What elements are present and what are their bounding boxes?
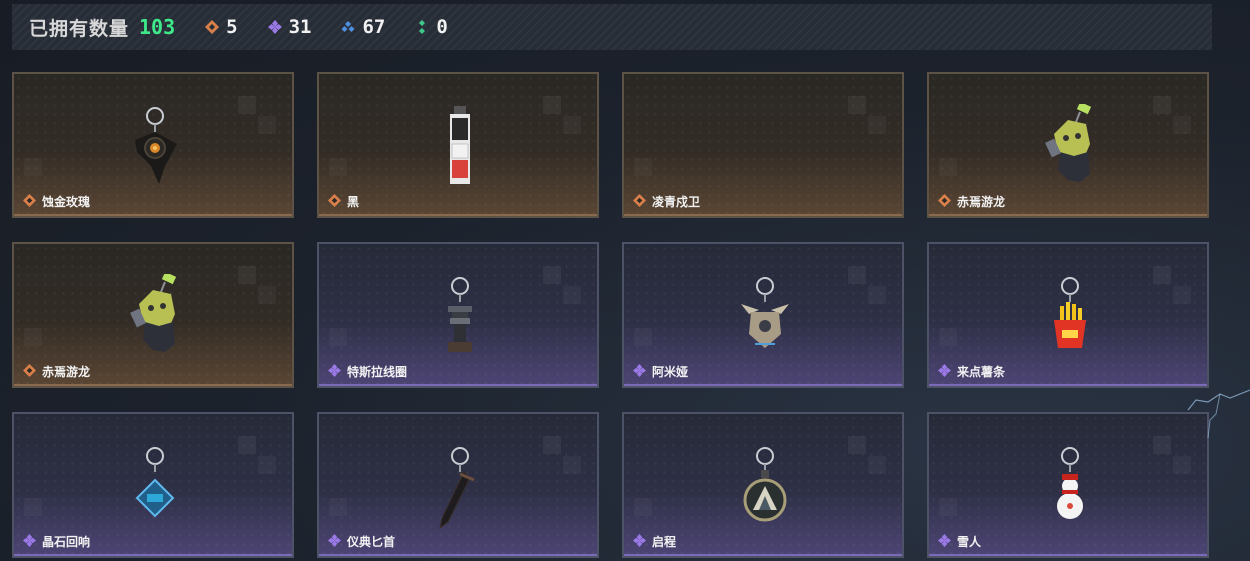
- item-name: 仪典匕首: [347, 535, 396, 549]
- card-decoration: [848, 96, 888, 136]
- stat-blue-value: 67: [362, 16, 386, 38]
- item-card[interactable]: 凌青戍卫: [622, 72, 904, 218]
- blue-rarity-icon: [341, 21, 355, 32]
- orange-rarity-icon: [205, 20, 220, 34]
- fries-charm-icon: [1054, 277, 1086, 348]
- card-decoration: [24, 498, 42, 516]
- card-decoration: [1153, 266, 1193, 306]
- stat-green-value: 0: [436, 16, 448, 38]
- purple-rarity-icon: [328, 364, 341, 377]
- card-decoration: [1153, 96, 1193, 136]
- card-decoration: [329, 498, 347, 516]
- item-card[interactable]: 晶石回响: [12, 412, 294, 558]
- purple-rarity-icon: [633, 534, 646, 547]
- stat-orange-value: 5: [226, 16, 238, 38]
- card-decoration: [939, 328, 957, 346]
- item-card[interactable]: 来点薯条: [927, 242, 1209, 388]
- card-decoration: [939, 498, 957, 516]
- inventory-summary-bar: 已拥有数量 103 5 31 67 0: [12, 4, 1212, 50]
- item-card[interactable]: 启程: [622, 412, 904, 558]
- card-decoration: [634, 158, 652, 176]
- dark-rose-charm-icon: [135, 107, 177, 184]
- card-decoration: [238, 266, 278, 306]
- card-decoration: [24, 328, 42, 346]
- purple-rarity-icon: [23, 534, 36, 547]
- item-name: 雪人: [957, 535, 982, 549]
- green-rarity-icon: [419, 20, 426, 34]
- card-decoration: [543, 266, 583, 306]
- item-card[interactable]: 特斯拉线圈: [317, 242, 599, 388]
- empty-icon: [735, 104, 795, 194]
- owned-label: 已拥有数量: [29, 17, 130, 40]
- item-card[interactable]: 黑: [317, 72, 599, 218]
- card-decoration: [238, 436, 278, 476]
- purple-rarity-icon: [938, 364, 951, 377]
- item-name: 赤焉游龙: [42, 365, 91, 379]
- card-decoration: [634, 328, 652, 346]
- dragon-figure-charm-icon: [1045, 104, 1092, 182]
- purple-rarity-icon: [267, 20, 282, 34]
- item-card[interactable]: 赤焉游龙: [927, 72, 1209, 218]
- purple-rarity-icon: [633, 364, 646, 377]
- purple-rarity-icon: [328, 534, 341, 547]
- card-decoration: [634, 498, 652, 516]
- item-name: 蚀金玫瑰: [42, 195, 91, 209]
- owned-count: 103: [139, 15, 176, 39]
- card-decoration: [939, 158, 957, 176]
- tesla-coil-charm-icon: [448, 277, 472, 352]
- item-card[interactable]: 仪典匕首: [317, 412, 599, 558]
- item-name: 特斯拉线圈: [347, 365, 408, 379]
- card-decoration: [238, 96, 278, 136]
- item-name: 凌青戍卫: [652, 195, 701, 209]
- orange-rarity-icon: [23, 194, 36, 207]
- amiya-charm-icon: [741, 277, 789, 348]
- item-name: 启程: [652, 535, 677, 549]
- dragon-figure-charm-icon: [130, 274, 177, 352]
- item-card[interactable]: 阿米娅: [622, 242, 904, 388]
- item-name: 赤焉游龙: [957, 195, 1006, 209]
- item-card[interactable]: 蚀金玫瑰: [12, 72, 294, 218]
- card-decoration: [329, 158, 347, 176]
- orange-rarity-icon: [938, 194, 951, 207]
- orange-rarity-icon: [23, 364, 36, 377]
- crystal-tag-charm-icon: [135, 447, 175, 518]
- dagger-charm-icon: [439, 447, 475, 530]
- snowman-charm-icon: [1057, 447, 1083, 519]
- card-decoration: [848, 266, 888, 306]
- stat-blue: 67: [341, 16, 385, 38]
- orange-rarity-icon: [328, 194, 341, 207]
- card-decoration: [543, 436, 583, 476]
- orange-rarity-icon: [633, 194, 646, 207]
- card-decoration: [848, 436, 888, 476]
- item-name: 来点薯条: [957, 365, 1006, 379]
- stat-orange: 5: [205, 16, 238, 38]
- lightning-decoration: [1187, 389, 1250, 439]
- item-name: 晶石回响: [42, 535, 91, 549]
- stat-green: 0: [415, 16, 448, 38]
- item-name: 黑: [347, 195, 360, 209]
- black-tag-charm-icon: [450, 106, 470, 184]
- purple-rarity-icon: [938, 534, 951, 547]
- item-card[interactable]: 赤焉游龙: [12, 242, 294, 388]
- medal-charm-icon: [743, 447, 787, 522]
- stat-purple-value: 31: [288, 16, 312, 38]
- item-name: 阿米娅: [652, 365, 689, 379]
- card-decoration: [24, 158, 42, 176]
- card-decoration: [543, 96, 583, 136]
- stat-purple: 31: [267, 16, 312, 38]
- card-decoration: [329, 328, 347, 346]
